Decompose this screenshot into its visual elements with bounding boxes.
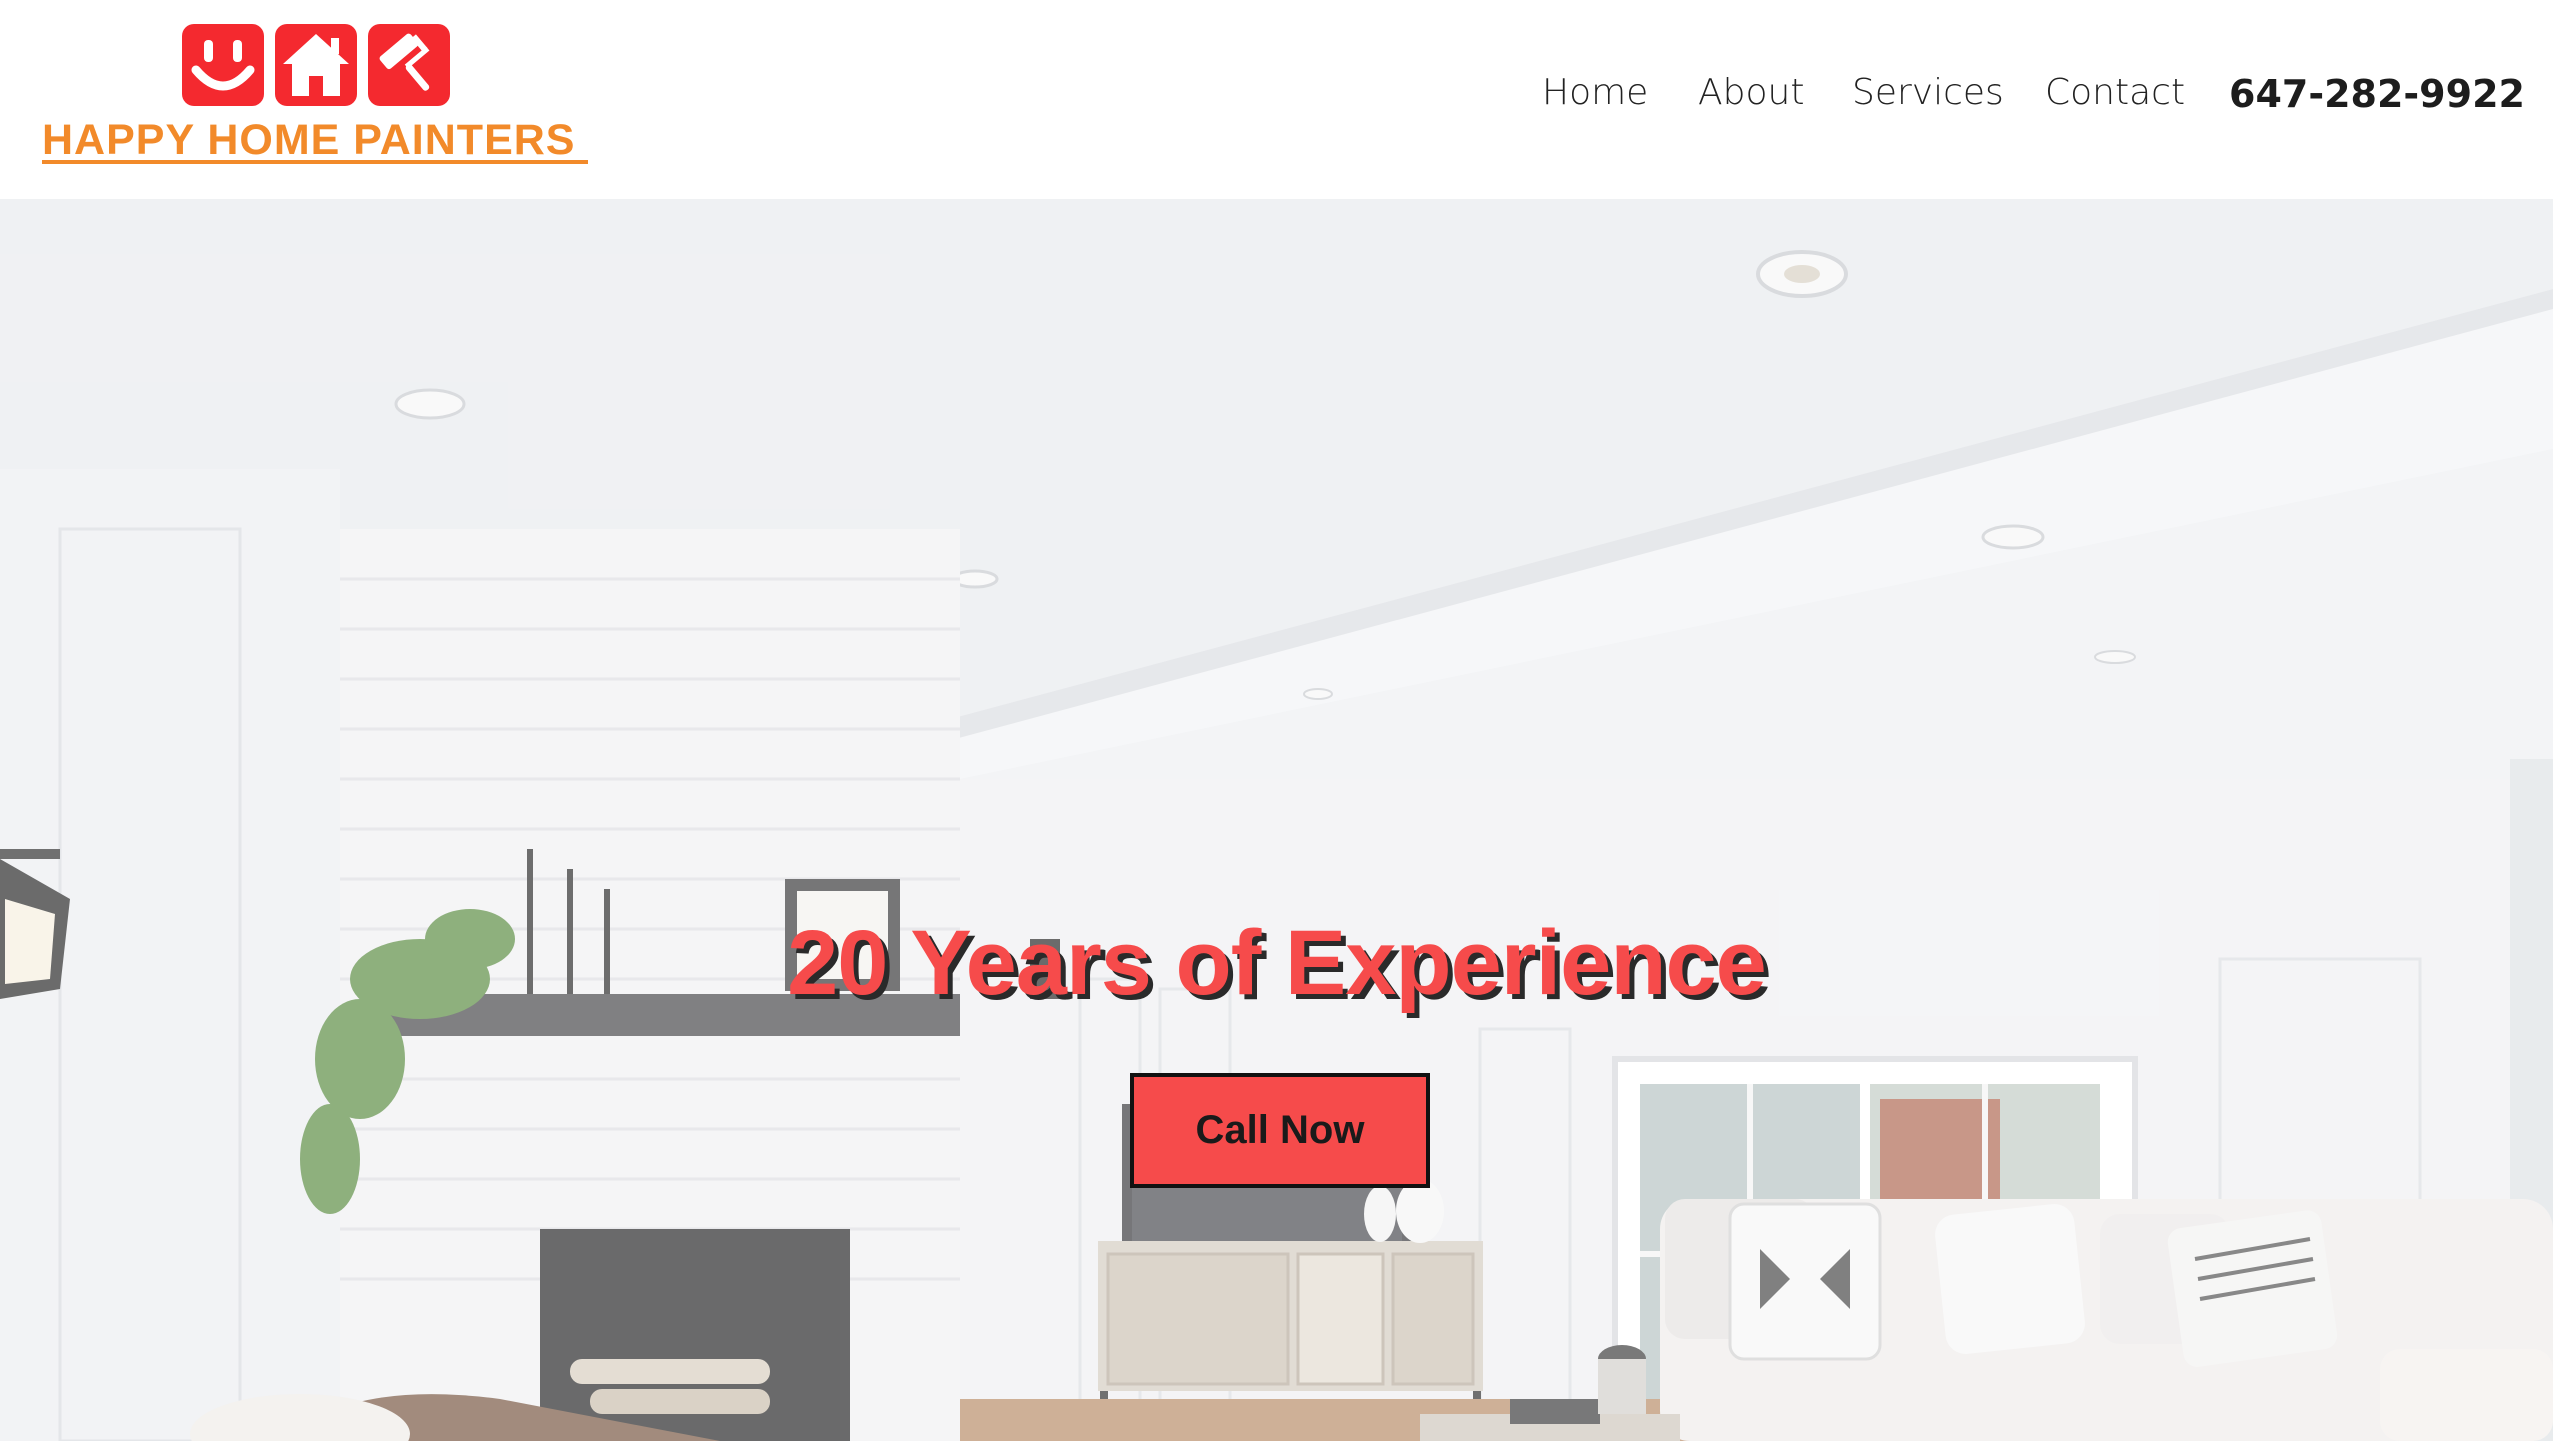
- hero-title: 20 Years of Experience: [787, 912, 1767, 1014]
- house-icon: [275, 24, 357, 106]
- nav-contact-link[interactable]: Contact: [2045, 72, 2185, 113]
- nav-home-link[interactable]: Home: [1542, 72, 1648, 113]
- brand-underline: [42, 160, 588, 164]
- logo-icon-group: [182, 24, 492, 108]
- paint-roller-icon: [368, 24, 450, 106]
- brand-logo[interactable]: HAPPY HOME PAINTERS: [42, 24, 602, 174]
- nav-services-link[interactable]: Services: [1852, 72, 2004, 113]
- nav-about-link[interactable]: About: [1698, 72, 1804, 113]
- site-header: HAPPY HOME PAINTERS Home About Services …: [0, 0, 2553, 199]
- hero-section: 20 Years of Experience Call Now: [0, 199, 2553, 1441]
- call-now-button[interactable]: Call Now: [1130, 1073, 1430, 1188]
- phone-number-link[interactable]: 647-282-9922: [2229, 72, 2525, 116]
- hero-overlay: [0, 199, 2553, 1441]
- brand-name: HAPPY HOME PAINTERS: [42, 116, 576, 164]
- smiley-face-icon: [182, 24, 264, 106]
